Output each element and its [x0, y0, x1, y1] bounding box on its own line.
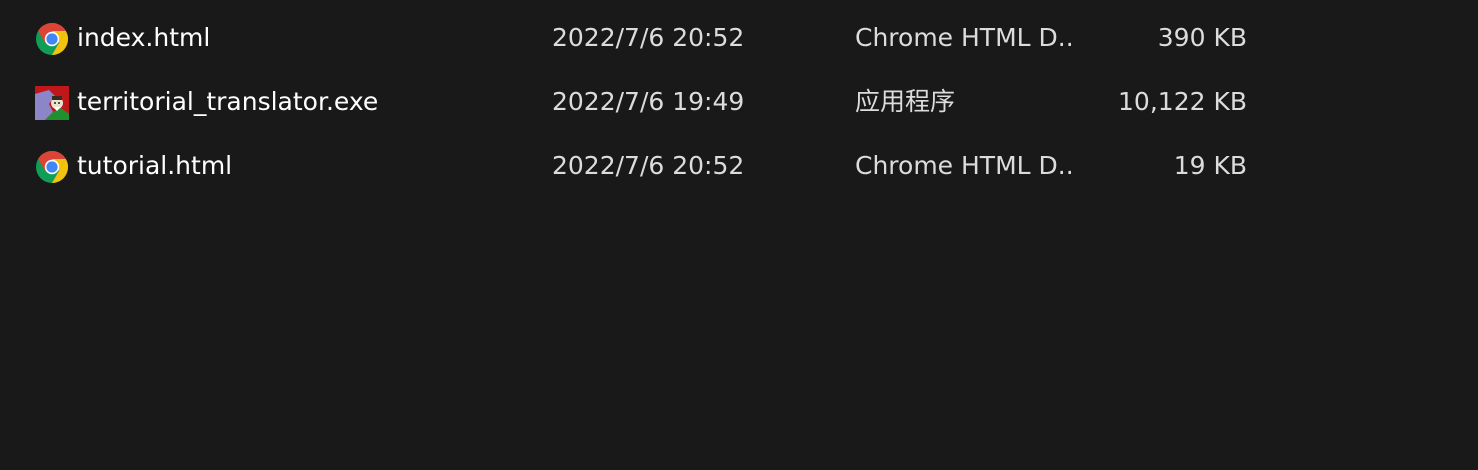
file-type: Chrome HTML D...	[855, 151, 1075, 180]
file-list: index.html 2022/7/6 20:52 Chrome HTML D.…	[0, 6, 1478, 198]
file-date-modified: 2022/7/6 20:52	[552, 23, 745, 52]
file-size: 390 KB	[1157, 23, 1247, 52]
file-date-modified: 2022/7/6 20:52	[552, 151, 745, 180]
file-size: 10,122 KB	[1118, 87, 1247, 116]
file-name[interactable]: tutorial.html	[77, 134, 517, 198]
file-type: 应用程序	[855, 87, 956, 116]
file-row[interactable]: territorial_translator.exe 2022/7/6 19:4…	[0, 70, 1478, 134]
application-icon	[35, 86, 69, 120]
file-size: 19 KB	[1173, 151, 1247, 180]
file-type: Chrome HTML D...	[855, 23, 1075, 52]
file-name[interactable]: territorial_translator.exe	[77, 70, 517, 134]
chrome-icon	[35, 22, 69, 56]
file-row[interactable]: index.html 2022/7/6 20:52 Chrome HTML D.…	[0, 6, 1478, 70]
file-date-modified: 2022/7/6 19:49	[552, 87, 745, 116]
file-row[interactable]: tutorial.html 2022/7/6 20:52 Chrome HTML…	[0, 134, 1478, 198]
file-name[interactable]: index.html	[77, 6, 517, 70]
chrome-icon	[35, 150, 69, 184]
